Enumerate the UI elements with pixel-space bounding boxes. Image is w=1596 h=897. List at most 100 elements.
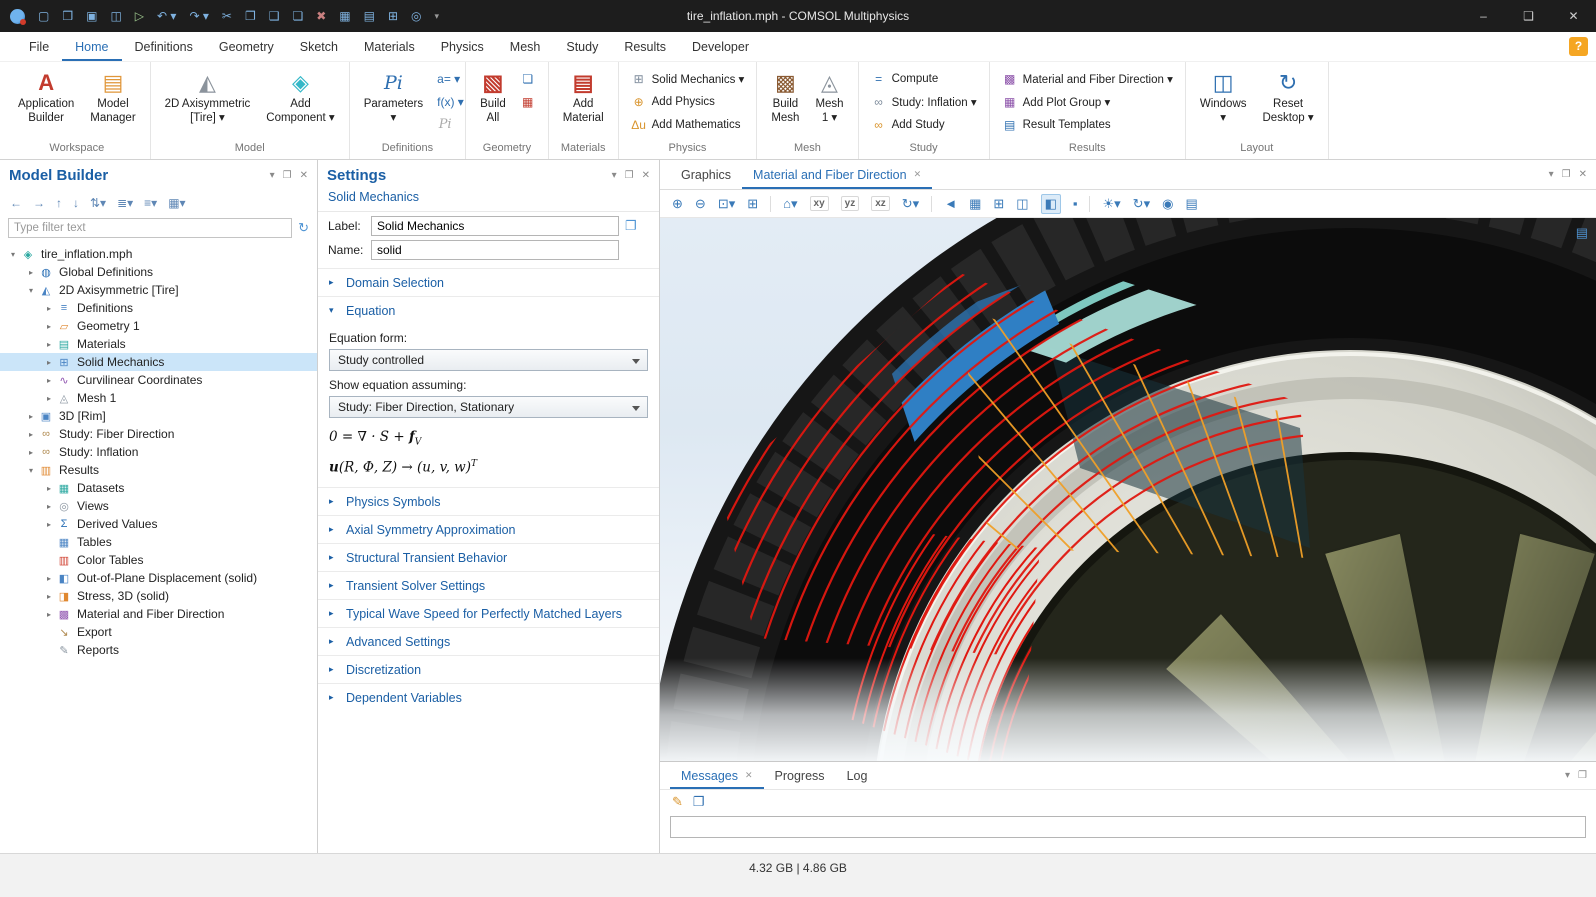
sound-icon[interactable]: ◄ <box>944 196 957 211</box>
tab-progress[interactable]: Progress <box>764 762 836 789</box>
chevron-icon[interactable]: ▸ <box>42 376 56 385</box>
show-equation-select[interactable]: Study: Fiber Direction, Stationary <box>329 396 648 418</box>
transparency-icon[interactable]: ◧ <box>1041 194 1061 214</box>
tab-material-and-fiber-direction[interactable]: Material and Fiber Direction ✕ <box>742 160 932 189</box>
filter-input[interactable] <box>8 218 292 238</box>
add-mathematics-button[interactable]: Δu Add Mathematics <box>626 113 750 136</box>
material-fiber-direction-button[interactable]: ▩ Material and Fiber Direction ▾ <box>997 67 1178 90</box>
add-study-button[interactable]: ∞ Add Study <box>866 113 982 136</box>
close-tab-icon[interactable]: ✕ <box>745 770 753 781</box>
zoom-in-icon[interactable]: ⊕ <box>672 196 683 212</box>
tree-item-materials[interactable]: ▸▤Materials <box>0 335 317 353</box>
section-domain-selection[interactable]: ▸ Domain Selection <box>318 268 659 296</box>
collapse-all-icon[interactable]: ≣▾ <box>117 196 133 210</box>
maximize-button[interactable]: ❑ <box>1506 0 1551 32</box>
section-advanced-settings[interactable]: ▸ Advanced Settings <box>318 627 659 655</box>
tab-home[interactable]: Home <box>62 32 121 61</box>
solid-mechanics-button[interactable]: ⊞ Solid Mechanics ▾ <box>626 67 750 90</box>
chevron-icon[interactable]: ▸ <box>42 592 56 601</box>
name-field[interactable] <box>371 240 619 260</box>
close-button[interactable]: ✕ <box>1551 0 1596 32</box>
show-options-icon[interactable]: ⇅▾ <box>90 196 106 210</box>
add-plot-group-button[interactable]: ▦ Add Plot Group ▾ <box>997 90 1178 113</box>
tab-definitions[interactable]: Definitions <box>122 32 206 61</box>
equation-form-select[interactable]: Study controlled <box>329 349 648 371</box>
tree-item-datasets[interactable]: ▸▦Datasets <box>0 479 317 497</box>
application-builder-button[interactable]: A Application Builder <box>11 65 81 128</box>
tree-item-derived-values[interactable]: ▸ΣDerived Values <box>0 515 317 533</box>
search-icon[interactable]: ◎ <box>411 8 421 24</box>
tree-item-export[interactable]: ↘Export <box>0 623 317 641</box>
tree-item-material-and-fiber-direction[interactable]: ▸▩Material and Fiber Direction <box>0 605 317 623</box>
section-typical-wave-speed[interactable]: ▸ Typical Wave Speed for Perfectly Match… <box>318 599 659 627</box>
tree-item-study-inflation[interactable]: ▸∞Study: Inflation <box>0 443 317 461</box>
plot-settings-icon[interactable]: ▤ <box>1576 225 1588 241</box>
tree-item-geometry-1[interactable]: ▸▱Geometry 1 <box>0 317 317 335</box>
tree-item-mesh-1[interactable]: ▸◬Mesh 1 <box>0 389 317 407</box>
build-mesh-button[interactable]: ▩ Build Mesh <box>764 65 806 128</box>
tree-item-solid-mechanics[interactable]: ▸⊞Solid Mechanics <box>0 353 317 371</box>
run-icon[interactable]: ▷ <box>135 8 144 24</box>
float-panel-icon[interactable]: ❐ <box>625 170 634 181</box>
tab-physics[interactable]: Physics <box>428 32 497 61</box>
collapse-panel-icon[interactable]: ▾ <box>1565 770 1570 781</box>
tab-mesh[interactable]: Mesh <box>497 32 554 61</box>
paste-icon[interactable]: ❑ <box>269 8 280 24</box>
build-all-button[interactable]: ▧ Build All <box>473 65 513 128</box>
delete-sequence-button[interactable]: ▦ <box>515 90 541 113</box>
window-split-icon[interactable]: ◫ <box>1016 196 1028 212</box>
float-panel-icon[interactable]: ❐ <box>1562 169 1571 180</box>
lock-axes-icon[interactable]: ▪ <box>1073 196 1078 211</box>
chevron-icon[interactable]: ▸ <box>42 394 56 403</box>
print-icon[interactable]: ▤ <box>1185 196 1197 212</box>
tree-item-views[interactable]: ▸◎Views <box>0 497 317 515</box>
node-group-icon[interactable]: ▦▾ <box>168 196 185 210</box>
chevron-icon[interactable]: ▾ <box>24 286 38 295</box>
update-icon[interactable]: ↻▾ <box>1133 196 1150 212</box>
tree-item-definitions[interactable]: ▸≡Definitions <box>0 299 317 317</box>
tab-file[interactable]: File <box>16 32 62 61</box>
close-panel-icon[interactable]: ✕ <box>1579 169 1587 180</box>
add-material-button[interactable]: ▤ Add Material <box>556 65 611 128</box>
add-physics-button[interactable]: ⊕ Add Physics <box>626 90 750 113</box>
model-manager-button[interactable]: ▤ Model Manager <box>83 65 142 128</box>
move-up-icon[interactable]: ↑ <box>56 196 62 210</box>
messages-input[interactable] <box>670 816 1586 838</box>
section-discretization[interactable]: ▸ Discretization <box>318 655 659 683</box>
chevron-icon[interactable]: ▸ <box>42 610 56 619</box>
rename-label-button[interactable]: ❐ <box>625 218 637 234</box>
tree-item-tire-inflation-mph[interactable]: ▾◈tire_inflation.mph <box>0 245 317 263</box>
tree-item-2d-axisymmetric-tire[interactable]: ▾◭2D Axisymmetric [Tire] <box>0 281 317 299</box>
back-icon[interactable]: ← <box>10 196 22 210</box>
chevron-icon[interactable]: ▸ <box>42 484 56 493</box>
tree-item-out-of-plane-displacement[interactable]: ▸◧Out-of-Plane Displacement (solid) <box>0 569 317 587</box>
chevron-icon[interactable]: ▸ <box>24 268 38 277</box>
reset-desktop-button[interactable]: ↻ Reset Desktop ▾ <box>1256 65 1321 128</box>
save-icon[interactable]: ▣ <box>86 8 97 24</box>
chevron-icon[interactable]: ▸ <box>42 520 56 529</box>
tree-item-color-tables[interactable]: ▥Color Tables <box>0 551 317 569</box>
float-panel-icon[interactable]: ❐ <box>1578 770 1587 781</box>
close-panel-icon[interactable]: ✕ <box>300 170 308 181</box>
tree-item-3d-rim[interactable]: ▸▣3D [Rim] <box>0 407 317 425</box>
parameter-case-button[interactable]: Pi <box>432 113 458 136</box>
tree-item-curvilinear-coordinates[interactable]: ▸∿Curvilinear Coordinates <box>0 371 317 389</box>
section-dependent-variables[interactable]: ▸ Dependent Variables <box>318 683 659 711</box>
graphics-canvas[interactable]: ▤ <box>660 218 1596 761</box>
zoom-extents-icon[interactable]: ⊞ <box>747 196 758 212</box>
rotate-view-icon[interactable]: ↻▾ <box>902 196 919 212</box>
cut-icon[interactable]: ✂ <box>222 8 232 24</box>
save-as-icon[interactable]: ◫ <box>110 8 121 24</box>
axisymmetric-component-button[interactable]: ◭ 2D Axisymmetric [Tire] ▾ <box>158 65 258 128</box>
redo-icon[interactable]: ↷ ▾ <box>189 8 208 24</box>
delete-icon[interactable]: ✖ <box>316 8 326 24</box>
section-transient-solver-settings[interactable]: ▸ Transient Solver Settings <box>318 571 659 599</box>
section-physics-symbols[interactable]: ▸ Physics Symbols <box>318 487 659 515</box>
tree-item-stress-3d[interactable]: ▸◨Stress, 3D (solid) <box>0 587 317 605</box>
windows-button[interactable]: ◫ Windows ▾ <box>1193 65 1254 128</box>
float-panel-icon[interactable]: ❐ <box>283 170 292 181</box>
tree-item-global-definitions[interactable]: ▸◍Global Definitions <box>0 263 317 281</box>
label-field[interactable] <box>371 216 619 236</box>
move-down-icon[interactable]: ↓ <box>73 196 79 210</box>
tab-geometry[interactable]: Geometry <box>206 32 287 61</box>
